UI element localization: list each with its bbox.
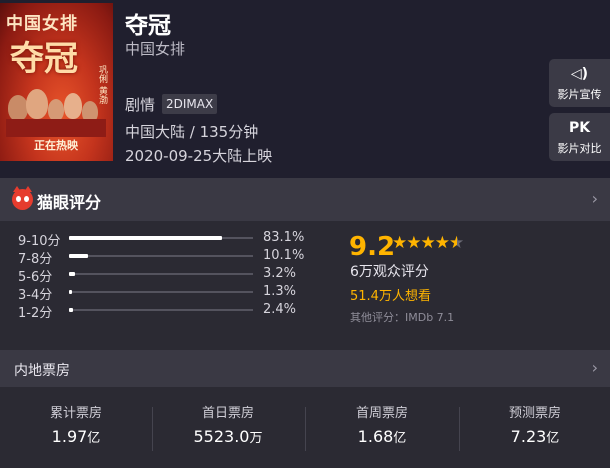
poster-bottom-text: 正在热映 [34,139,78,152]
box-office-forecast: 预测票房 7.23亿 [460,402,610,446]
box-office-value: 5523.0万 [193,427,263,446]
rating-stars: ★★★★★ [392,233,465,253]
movie-genre: 剧情 [125,96,156,114]
divider [305,407,306,451]
box-office-label: 预测票房 [508,406,561,421]
pk-icon: PK [568,120,591,136]
movie-promo-button[interactable]: ◁) 影片宣传 [549,59,610,107]
rating-dist-track [69,308,253,312]
movie-compare-button[interactable]: PK 影片对比 [549,113,610,161]
movie-subtitle: 中国女排 [125,40,186,58]
box-office-value: 1.97亿 [51,427,101,446]
chevron-right-icon: › [591,358,598,377]
movie-header: 中国女排 夺冠 巩俐 黄渤 正在热映 夺冠 中国女排 剧情 2DIMAX 中国大… [0,0,610,178]
box-office-first-day: 首日票房 5523.0万 [153,402,303,446]
rating-dist-percent: 83.1% [263,230,305,245]
rating-dist-bar [69,290,72,294]
star-icon: ★ [420,233,436,253]
box-office-label: 累计票房 [49,406,102,421]
rating-dist-track [69,236,253,240]
box-office-total: 累计票房 1.97亿 [1,402,151,446]
want-to-see-count: 51.4万人想看 [350,289,431,304]
rating-dist-track [69,272,253,276]
star-half-icon: ★ [449,233,465,253]
rating-dist-percent: 10.1% [263,248,305,263]
rating-dist-percent: 1.3% [263,284,297,299]
rating-dist-percent: 2.4% [263,302,297,317]
movie-release-date: 2020-09-25大陆上映 [125,147,273,165]
box-office-first-week: 首周票房 1.68亿 [307,402,457,446]
rating-dist-label: 3-4分 [18,288,53,303]
box-office-title: 内地票房 [14,363,70,379]
box-office-value: 7.23亿 [510,427,560,446]
star-icon: ★ [392,233,408,253]
rating-dist-bar [69,272,75,276]
maoyan-cat-icon [12,186,33,210]
movie-compare-label: 影片对比 [557,142,602,155]
format-tag: 2DIMAX [162,94,218,114]
rating-header[interactable]: 猫眼评分 › [0,178,610,221]
poster-title-text: 夺冠 [10,39,78,79]
movie-title: 夺冠 [125,13,171,39]
maoyan-rating-section: 猫眼评分 › 9-10分 83.1% 7-8分 10.1% 5-6分 3.2% … [0,178,610,341]
rating-dist-label: 5-6分 [18,270,53,285]
rating-dist-label: 9-10分 [18,234,61,249]
rating-dist-percent: 3.2% [263,266,297,281]
rating-score: 9.2 [349,232,396,262]
star-icon: ★ [406,233,422,253]
other-ratings: 其他评分：IMDb 7.1 [350,311,455,324]
movie-region-duration: 中国大陆 / 135分钟 [125,123,259,141]
rating-dist-track [69,290,253,294]
rating-dist-label: 1-2分 [18,306,53,321]
rating-dist-track [69,254,253,258]
rating-viewer-count: 6万观众评分 [350,264,429,280]
rating-dist-bar [69,236,222,240]
rating-header-title: 猫眼评分 [37,193,102,212]
movie-promo-label: 影片宣传 [557,88,602,101]
poster-cast-image [6,81,106,137]
box-office-value: 1.68亿 [357,427,407,446]
rating-dist-bar [69,308,73,312]
box-office-label: 首日票房 [201,406,254,421]
star-icon: ★ [434,233,450,253]
movie-poster[interactable]: 中国女排 夺冠 巩俐 黄渤 正在热映 [0,3,113,161]
box-office-header[interactable]: 内地票房 › [0,350,610,387]
box-office-section: 内地票房 › 累计票房 1.97亿 首日票房 5523.0万 首周票房 1.68… [0,350,610,468]
box-office-label: 首周票房 [355,406,408,421]
speaker-icon: ◁) [570,66,589,82]
rating-dist-bar [69,254,88,258]
rating-dist-label: 7-8分 [18,252,53,267]
chevron-right-icon: › [591,189,598,208]
